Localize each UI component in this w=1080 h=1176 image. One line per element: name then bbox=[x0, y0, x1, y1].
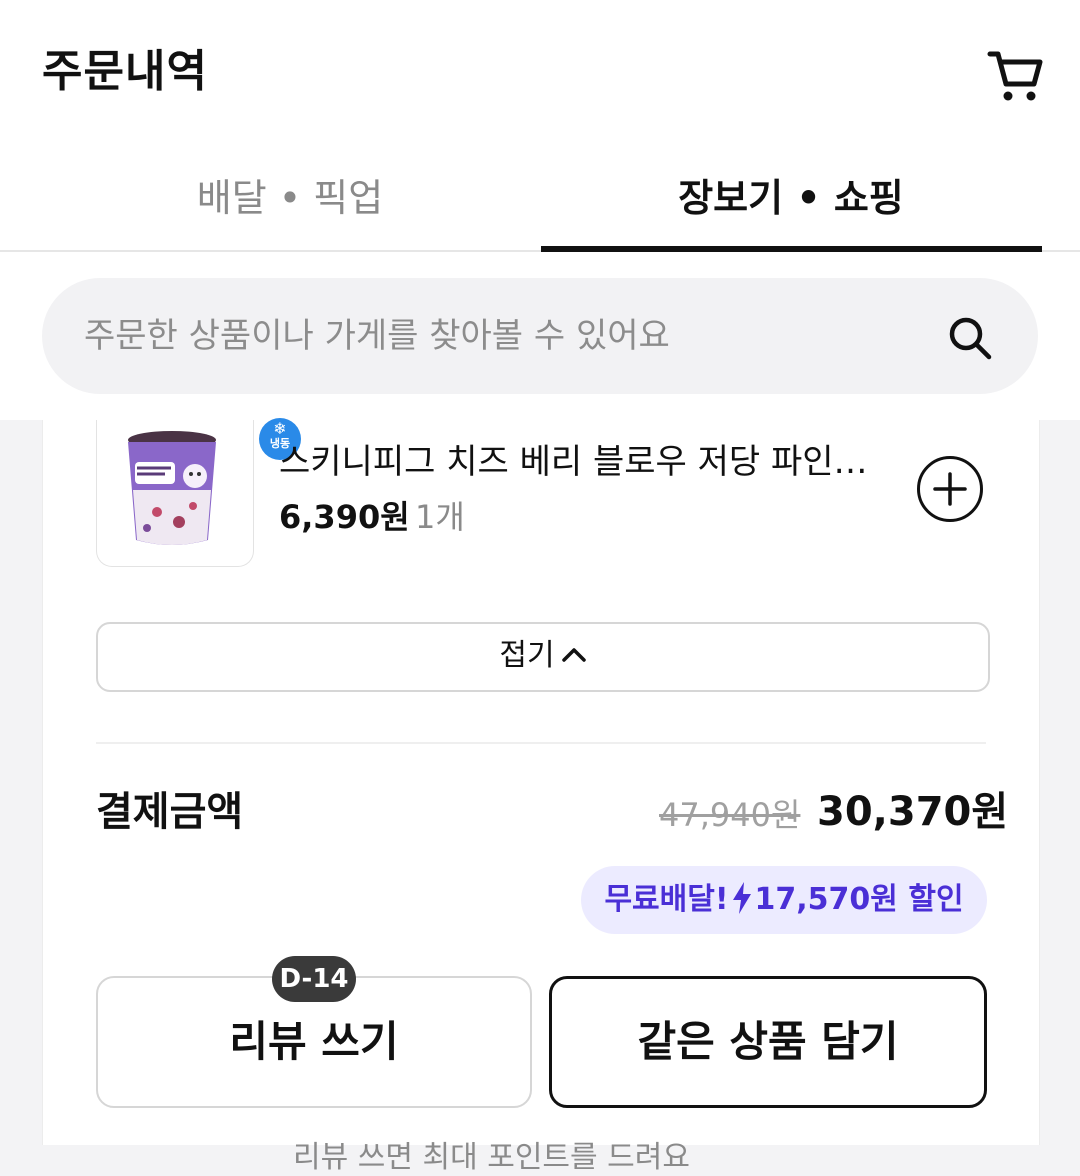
add-same-items-button[interactable]: 같은 상품 담기 bbox=[549, 976, 987, 1108]
lightning-icon bbox=[732, 881, 751, 914]
original-price: 47,940원 bbox=[659, 796, 801, 834]
search-icon[interactable] bbox=[946, 314, 994, 362]
product-quantity: 1개 bbox=[415, 498, 465, 536]
top-area: 주문내역 배달 • 픽업 장보기 • 쇼핑 주문한 상품이나 가게를 찾아볼 수… bbox=[0, 0, 1080, 420]
final-price: 30,370원 bbox=[817, 789, 1009, 835]
fold-button[interactable]: 접기 bbox=[96, 622, 990, 692]
free-delivery-label: 무료배달! bbox=[604, 882, 729, 917]
product-name[interactable]: 스키니피그 치즈 베리 블로우 저당 파인… bbox=[279, 438, 889, 486]
cart-icon[interactable] bbox=[984, 44, 1044, 104]
payment-label: 결제금액 bbox=[96, 789, 244, 835]
page-title: 주문내역 bbox=[42, 46, 208, 97]
plus-circle-icon bbox=[933, 472, 967, 506]
tab-grocery-shopping[interactable]: 장보기 • 쇼핑 bbox=[541, 150, 1041, 250]
product-thumbnail[interactable]: ❄ 냉동 bbox=[96, 418, 301, 567]
order-card: ❄ 냉동 스키니피그 치즈 베리 블로우 저당 파인… 6,390원 1개 접기… bbox=[42, 418, 1040, 1175]
discount-badge: 무료배달! 17,570원 할인 bbox=[581, 866, 987, 934]
review-dday-badge: D-14 bbox=[272, 956, 356, 1002]
active-tab-indicator bbox=[541, 246, 1042, 252]
fold-button-label: 접기 bbox=[499, 638, 555, 673]
divider bbox=[96, 742, 986, 744]
search-input[interactable]: 주문한 상품이나 가게를 찾아볼 수 있어요 bbox=[42, 278, 1038, 394]
chevron-up-icon bbox=[561, 647, 586, 662]
snowflake-icon: ❄ bbox=[273, 419, 287, 438]
tab-bar: 배달 • 픽업 장보기 • 쇼핑 bbox=[0, 150, 1080, 252]
product-price: 6,390원 bbox=[279, 498, 410, 536]
ice-cream-pint-image bbox=[128, 431, 216, 545]
review-point-note: 리뷰 쓰면 최대 포인트를 드려요 bbox=[293, 1140, 690, 1175]
add-to-cart-button[interactable] bbox=[917, 456, 983, 522]
tab-delivery-pickup[interactable]: 배달 • 픽업 bbox=[40, 150, 540, 250]
discount-amount: 17,570원 할인 bbox=[754, 882, 964, 917]
search-placeholder: 주문한 상품이나 가게를 찾아볼 수 있어요 bbox=[84, 316, 670, 356]
